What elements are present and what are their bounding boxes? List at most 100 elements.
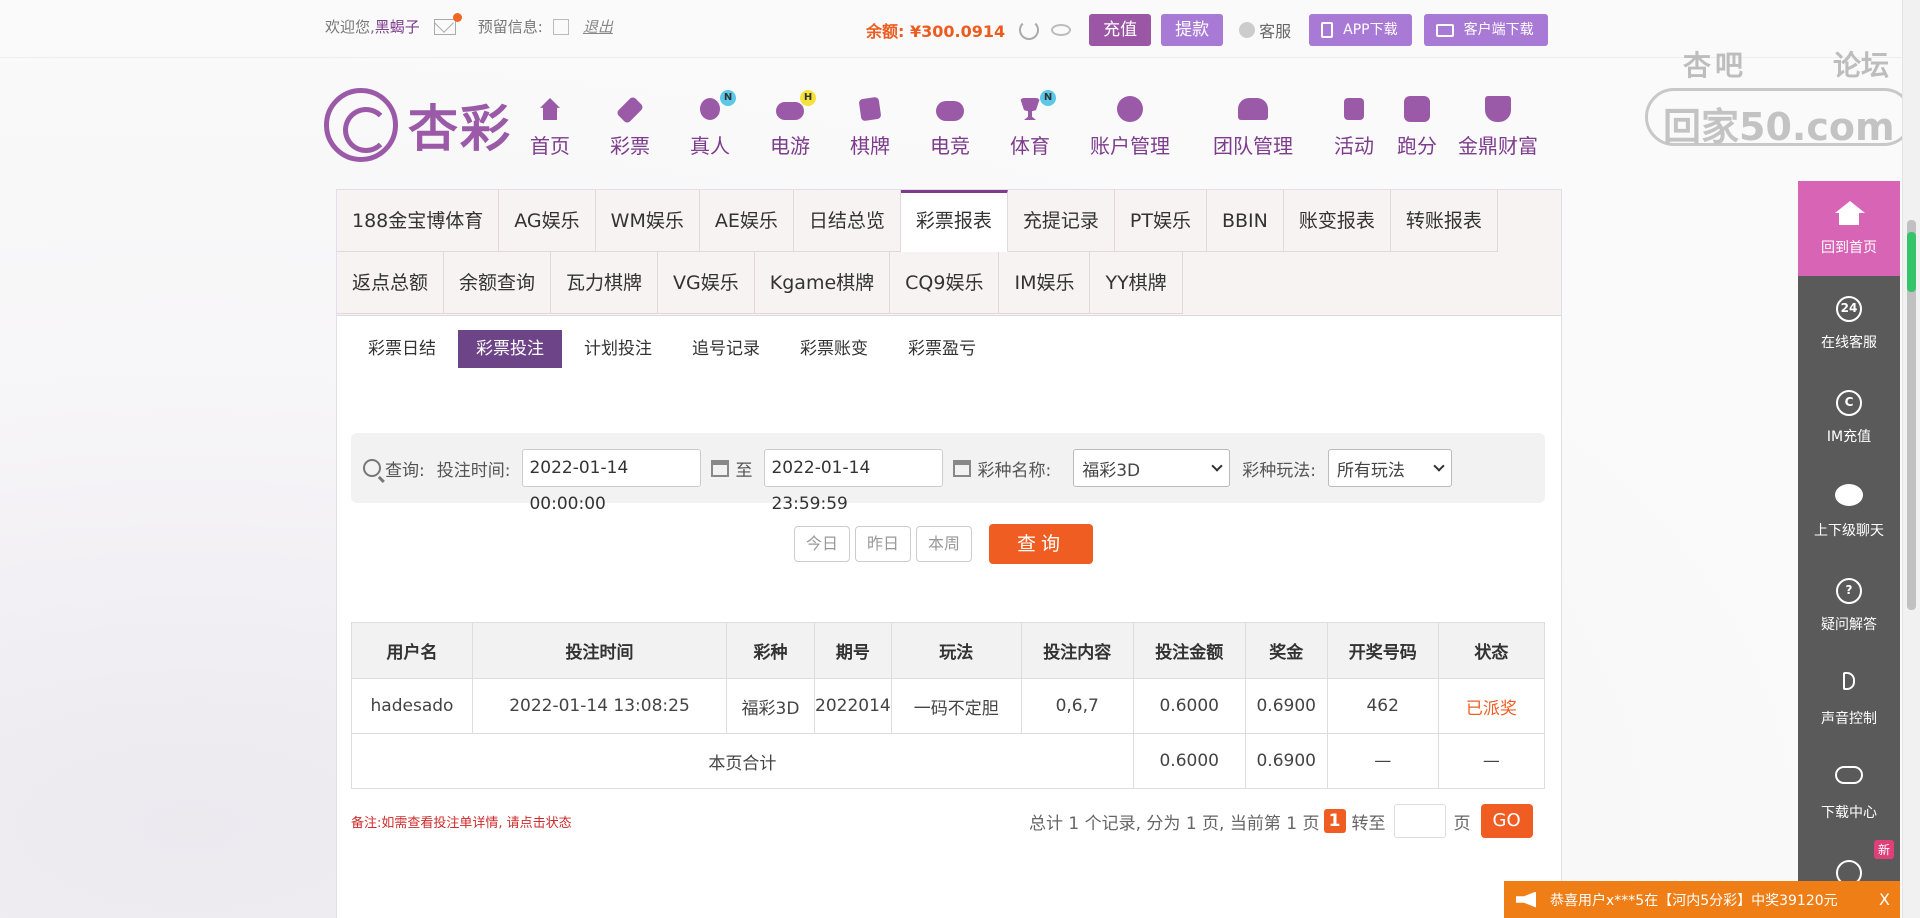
search-icon	[363, 459, 381, 477]
nav-sports[interactable]: N 体育	[1010, 90, 1056, 159]
cell-username: hadesado	[351, 678, 473, 734]
forum-watermark: 杏吧 论坛 回家50.com	[1645, 44, 1913, 149]
horse-icon	[1401, 94, 1433, 124]
table-total-row: 本页合计 0.6000 0.6900 — —	[351, 733, 1546, 789]
tab-deposit-withdraw[interactable]: 充提记录	[1007, 190, 1115, 252]
tab-ag[interactable]: AG娱乐	[499, 190, 596, 252]
withdraw-button[interactable]: 提款	[1161, 14, 1224, 46]
tab-im[interactable]: IM娱乐	[999, 252, 1091, 314]
calendar-icon[interactable]	[953, 459, 972, 477]
nav-run-score[interactable]: 跑分	[1397, 94, 1437, 159]
report-panel: 188金宝博体育 AG娱乐 WM娱乐 AE娱乐 日结总览 彩票报表 充提记录 P…	[336, 189, 1562, 918]
end-time-input[interactable]: 2022-01-14 23:59:59	[764, 449, 944, 514]
subtab-balance-change[interactable]: 彩票账变	[782, 330, 886, 368]
client-download-label: 客户端下载	[1463, 22, 1534, 38]
nav-label: 跑分	[1397, 134, 1437, 158]
page-unit-label: 页	[1453, 813, 1471, 834]
sidebar-faq[interactable]: ? 疑问解答	[1798, 558, 1900, 652]
app-download-label: APP下载	[1343, 22, 1398, 38]
tab-kgame[interactable]: Kgame棋牌	[754, 252, 891, 314]
nav-slots[interactable]: H 电游	[770, 90, 816, 159]
nav-live[interactable]: N 真人	[690, 90, 736, 159]
tab-daily-overview[interactable]: 日结总览	[793, 190, 901, 252]
table-row: hadesado 2022-01-14 13:08:25 福彩3D 202201…	[351, 678, 1546, 734]
tab-lottery-report[interactable]: 彩票报表	[900, 190, 1008, 252]
lottery-select[interactable]: 福彩3D	[1073, 449, 1231, 487]
cell-bonus: 0.6900	[1244, 678, 1328, 734]
table-header-row: 用户名 投注时间 彩种 期号 玩法 投注内容 投注金额 奖金 开奖号码 状态	[351, 622, 1546, 679]
calendar-icon[interactable]	[711, 459, 730, 477]
recharge-button[interactable]: 充值	[1089, 14, 1152, 46]
current-page[interactable]: 1	[1323, 809, 1346, 833]
subtab-profit-loss[interactable]: 彩票盈亏	[890, 330, 994, 368]
status-link[interactable]: 已派奖	[1437, 678, 1546, 734]
tab-bbin[interactable]: BBIN	[1206, 190, 1284, 252]
today-button[interactable]: 今日	[794, 526, 851, 562]
lottery-name-label: 彩种名称:	[977, 460, 1052, 481]
subtab-chase[interactable]: 追号记录	[674, 330, 778, 368]
customer-service-link[interactable]: 客服	[1239, 18, 1291, 42]
app-download-button[interactable]: APP下载	[1309, 14, 1412, 46]
search-button[interactable]: 查询	[989, 524, 1094, 564]
edit-icon[interactable]	[552, 18, 569, 35]
nav-lottery[interactable]: 彩票	[610, 94, 650, 159]
play-type-select[interactable]: 所有玩法	[1327, 449, 1452, 487]
gift-icon	[1338, 94, 1370, 124]
nav-home[interactable]: 首页	[530, 94, 570, 159]
subtab-bets[interactable]: 彩票投注	[458, 330, 562, 368]
scroll-indicator	[1907, 232, 1916, 292]
col-content: 投注内容	[1020, 622, 1134, 679]
nav-activity[interactable]: 活动	[1334, 94, 1374, 159]
nav-cards[interactable]: 棋牌	[850, 94, 890, 159]
team-icon	[1237, 94, 1269, 124]
this-week-button[interactable]: 本周	[916, 526, 973, 562]
tab-balance-query[interactable]: 余额查询	[444, 252, 552, 314]
nav-team[interactable]: 团队管理	[1213, 94, 1293, 159]
top-left-info: 欢迎您, 黑蝎子 预留信息: 退出	[325, 12, 613, 37]
close-notice-button[interactable]: X	[1879, 890, 1890, 909]
page-number-input[interactable]	[1393, 804, 1446, 838]
tab-pt[interactable]: PT娱乐	[1114, 190, 1207, 252]
tab-transfer-report[interactable]: 转账报表	[1390, 190, 1498, 252]
yesterday-button[interactable]: 昨日	[855, 526, 912, 562]
tab-wali-cards[interactable]: 瓦力棋牌	[551, 252, 659, 314]
tab-yy-cards[interactable]: YY棋牌	[1090, 252, 1183, 314]
subtab-daily[interactable]: 彩票日结	[350, 330, 454, 368]
pager-summary: 总计 1 个记录, 分为 1 页, 当前第 1 页	[1029, 813, 1320, 834]
logout-link[interactable]: 退出	[583, 16, 613, 37]
play-type-select-value: 所有玩法	[1336, 460, 1405, 481]
col-play: 玩法	[890, 622, 1022, 679]
refresh-icon[interactable]	[1019, 20, 1040, 40]
subtab-plan-bets[interactable]: 计划投注	[566, 330, 670, 368]
cell-play: 一码不定胆	[890, 678, 1022, 734]
tab-cq9[interactable]: CQ9娱乐	[890, 252, 1000, 314]
mail-icon[interactable]	[433, 12, 462, 35]
nav-esports[interactable]: 电竞	[930, 94, 970, 159]
username[interactable]: 黑蝎子	[375, 16, 420, 37]
cell-lottery: 福彩3D	[726, 678, 815, 734]
client-download-button[interactable]: 客户端下载	[1423, 14, 1548, 46]
go-button[interactable]: GO	[1480, 804, 1533, 838]
sidebar-download-center[interactable]: 下载中心	[1798, 746, 1900, 840]
nav-account[interactable]: 账户管理	[1090, 94, 1170, 159]
page-scrollbar[interactable]	[1902, 0, 1920, 918]
tab-rebate-total[interactable]: 返点总额	[337, 252, 445, 314]
sidebar-online-service[interactable]: 24 在线客服	[1798, 276, 1900, 370]
nav-wealth[interactable]: 金鼎财富	[1458, 94, 1538, 159]
sidebar-sound-control[interactable]: 声音控制	[1798, 652, 1900, 746]
goto-label: 转至	[1351, 813, 1386, 834]
tab-balance-change[interactable]: 账变报表	[1283, 190, 1391, 252]
nav-label: 首页	[530, 134, 570, 158]
tab-188bet[interactable]: 188金宝博体育	[337, 190, 500, 252]
sidebar-im-recharge[interactable]: C IM充值	[1798, 370, 1900, 464]
top-right-actions: 余额: ¥300.0914 充值 提款 客服 APP下载 客户端下载	[866, 14, 1560, 46]
cards-icon	[854, 94, 886, 124]
tab-ae[interactable]: AE娱乐	[699, 190, 794, 252]
sidebar-back-home[interactable]: 回到首页	[1798, 181, 1900, 276]
hide-balance-icon[interactable]	[1051, 24, 1072, 36]
tab-wm[interactable]: WM娱乐	[595, 190, 700, 252]
tab-vg[interactable]: VG娱乐	[658, 252, 755, 314]
sidebar-team-chat[interactable]: 上下级聊天	[1798, 464, 1900, 558]
site-logo[interactable]: 杏彩	[324, 88, 512, 162]
start-time-input[interactable]: 2022-01-14 00:00:00	[522, 449, 702, 514]
